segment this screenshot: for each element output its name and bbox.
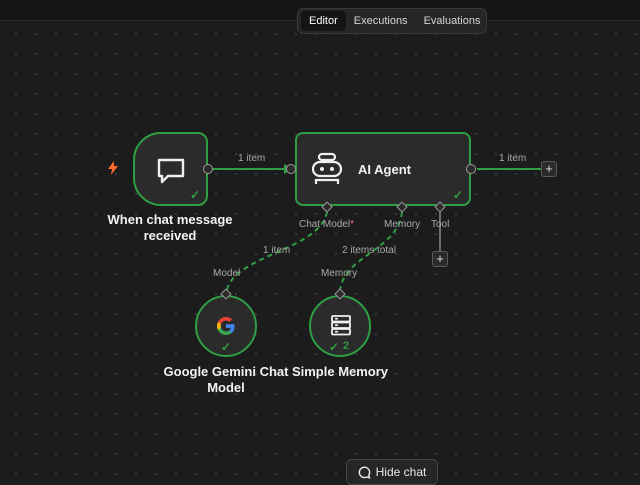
add-node-after-agent-button[interactable]: + — [541, 161, 557, 177]
run-count-badge: 2 — [343, 340, 350, 352]
agent-output-handle[interactable] — [466, 164, 476, 174]
success-check-icon: ✓ — [453, 188, 464, 202]
agent-input-handle[interactable] — [286, 164, 296, 174]
gemini-title: Google Gemini Chat Model — [163, 364, 289, 395]
trigger-agent-items-label: 1 item — [238, 153, 266, 164]
agent-output-items-label: 1 item — [499, 153, 527, 164]
chat-bubble-icon — [157, 158, 185, 184]
connections-layer — [212, 164, 541, 291]
hide-chat-button[interactable]: Hide chat — [346, 459, 438, 485]
add-tool-button[interactable]: + — [432, 251, 448, 267]
memory-node-port-label: Memory — [321, 268, 358, 279]
trigger-title: When chat message received — [107, 212, 233, 243]
chat-trigger-node[interactable]: ✓ — [133, 132, 208, 206]
success-check-icon: ✓ — [221, 340, 232, 354]
memory-title: Simple Memory — [291, 364, 389, 379]
tool-port-label: Tool — [431, 219, 450, 230]
hide-chat-label: Hide chat — [375, 465, 427, 479]
gemini-port-label: Model — [213, 268, 241, 279]
memory-items-label: 2 items total — [342, 245, 396, 256]
simple-memory-node[interactable]: ✓ 2 — [309, 295, 371, 357]
ai-agent-title: AI Agent — [358, 162, 411, 177]
google-g-icon — [217, 317, 235, 335]
gemini-chat-model-node[interactable]: ✓ — [195, 295, 257, 357]
trigger-bolt-icon — [108, 161, 118, 175]
robot-icon — [311, 152, 343, 184]
chat-model-port-label: Chat Model* — [299, 219, 355, 230]
database-icon — [331, 315, 351, 336]
model-items-label: 1 item — [263, 245, 291, 256]
memory-port-label: Memory — [384, 219, 421, 230]
success-check-icon: ✓ — [190, 188, 201, 202]
trigger-output-handle[interactable] — [203, 164, 213, 174]
success-check-icon: ✓ — [329, 340, 340, 354]
chat-icon — [358, 466, 371, 479]
